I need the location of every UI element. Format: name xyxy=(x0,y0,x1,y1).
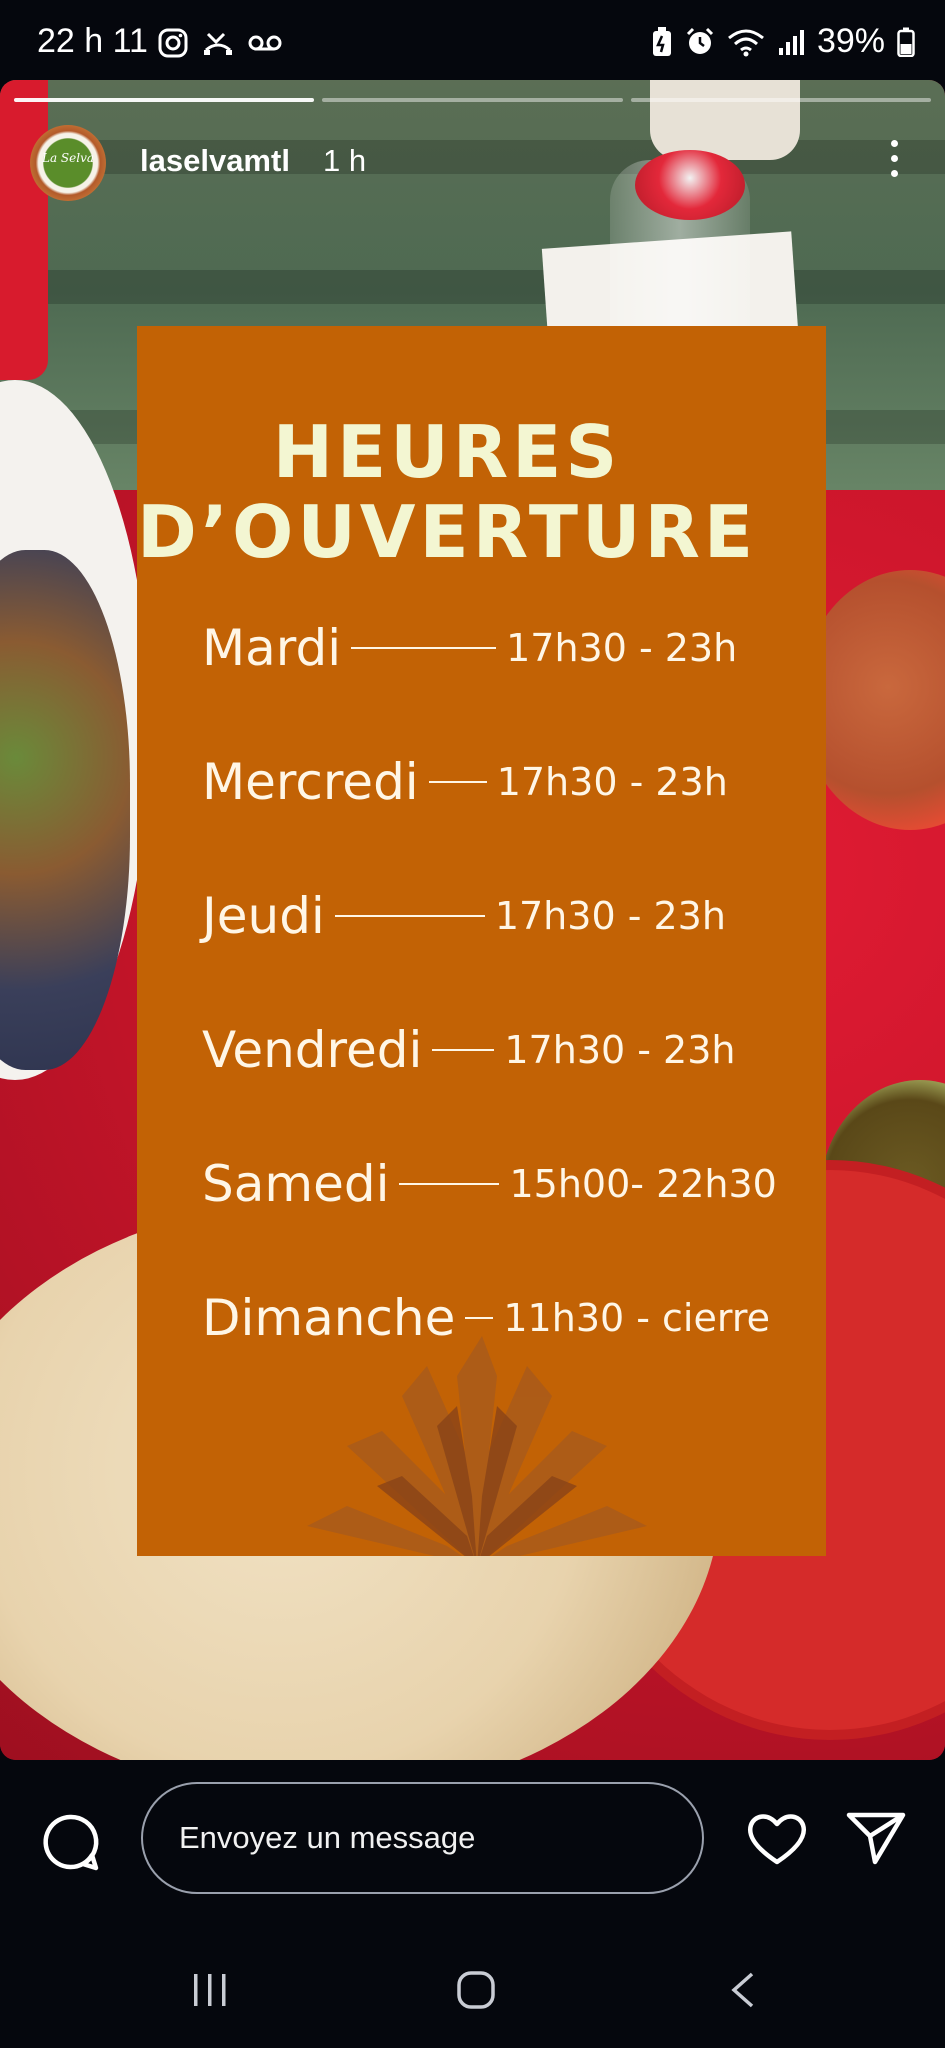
heart-icon[interactable] xyxy=(745,1810,809,1866)
hours-value: 11h30 - cierre xyxy=(503,1296,770,1340)
battery-icon xyxy=(897,27,915,57)
send-icon[interactable] xyxy=(845,1810,907,1866)
day-label: Jeudi xyxy=(202,887,325,945)
day-label: Mardi xyxy=(202,619,342,677)
day-label: Vendredi xyxy=(202,1021,423,1079)
wifi-icon xyxy=(727,29,764,56)
background-bottle-cap xyxy=(635,150,745,220)
missed-call-icon xyxy=(204,32,232,55)
avatar-logo-text: La Selva xyxy=(41,151,95,165)
back-icon[interactable] xyxy=(728,1970,758,2010)
status-system-icons: 39% xyxy=(651,22,915,61)
hours-row-friday: Vendredi 17h30 - 23h xyxy=(202,1020,822,1080)
recent-apps-icon[interactable] xyxy=(190,1972,230,2008)
status-time: 22 h 11 xyxy=(37,22,148,60)
hours-value: 17h30 - 23h xyxy=(496,760,728,804)
hours-value: 17h30 - 23h xyxy=(494,894,726,938)
hours-value: 17h30 - 23h xyxy=(506,626,738,670)
story-progress-segment xyxy=(630,98,931,102)
card-title-line1: HEURES xyxy=(272,410,622,494)
hours-row-thursday: Jeudi 17h30 - 23h xyxy=(202,886,822,946)
hours-row-saturday: Samedi 15h00- 22h30 xyxy=(202,1154,822,1214)
comment-icon[interactable] xyxy=(40,1812,100,1872)
opening-hours-card: HEURES D’OUVERTURE Mardi 17h30 - 23h Mer… xyxy=(137,326,826,1556)
alarm-icon xyxy=(686,27,713,54)
voicemail-icon xyxy=(248,35,282,51)
instagram-icon xyxy=(158,28,188,58)
agave-plant-illustration xyxy=(307,1336,647,1556)
post-time: 1 h xyxy=(323,143,367,178)
more-options-icon[interactable] xyxy=(891,140,899,184)
avatar[interactable]: La Selva xyxy=(30,125,106,201)
card-title: HEURES D’OUVERTURE xyxy=(137,412,757,572)
separator-line xyxy=(351,647,497,649)
message-input[interactable] xyxy=(141,1782,704,1894)
story-progress-segment xyxy=(322,98,623,102)
card-title-line2: D’OUVERTURE xyxy=(137,490,758,574)
hours-row-tuesday: Mardi 17h30 - 23h xyxy=(202,618,822,678)
separator-line xyxy=(432,1049,495,1051)
signal-icon xyxy=(778,29,804,55)
day-label: Mercredi xyxy=(202,753,419,811)
day-label: Samedi xyxy=(202,1155,390,1213)
separator-line xyxy=(399,1183,500,1185)
home-icon[interactable] xyxy=(456,1970,496,2010)
separator-line xyxy=(465,1317,494,1319)
battery-percentage: 39% xyxy=(816,22,885,60)
story-progress-segment xyxy=(14,98,315,102)
status-bar: 22 h 11 39% xyxy=(0,0,945,88)
background-red-object xyxy=(0,80,48,380)
username[interactable]: laselvamtl xyxy=(140,143,290,179)
separator-line xyxy=(428,781,487,783)
hours-value: 15h00- 22h30 xyxy=(509,1162,777,1206)
hours-row-wednesday: Mercredi 17h30 - 23h xyxy=(202,752,822,812)
background-cup xyxy=(650,80,800,160)
separator-line xyxy=(334,915,485,917)
story-progress xyxy=(14,98,931,102)
status-notification-icons xyxy=(158,28,282,58)
hours-value: 17h30 - 23h xyxy=(504,1028,736,1072)
battery-saver-icon xyxy=(652,26,671,56)
